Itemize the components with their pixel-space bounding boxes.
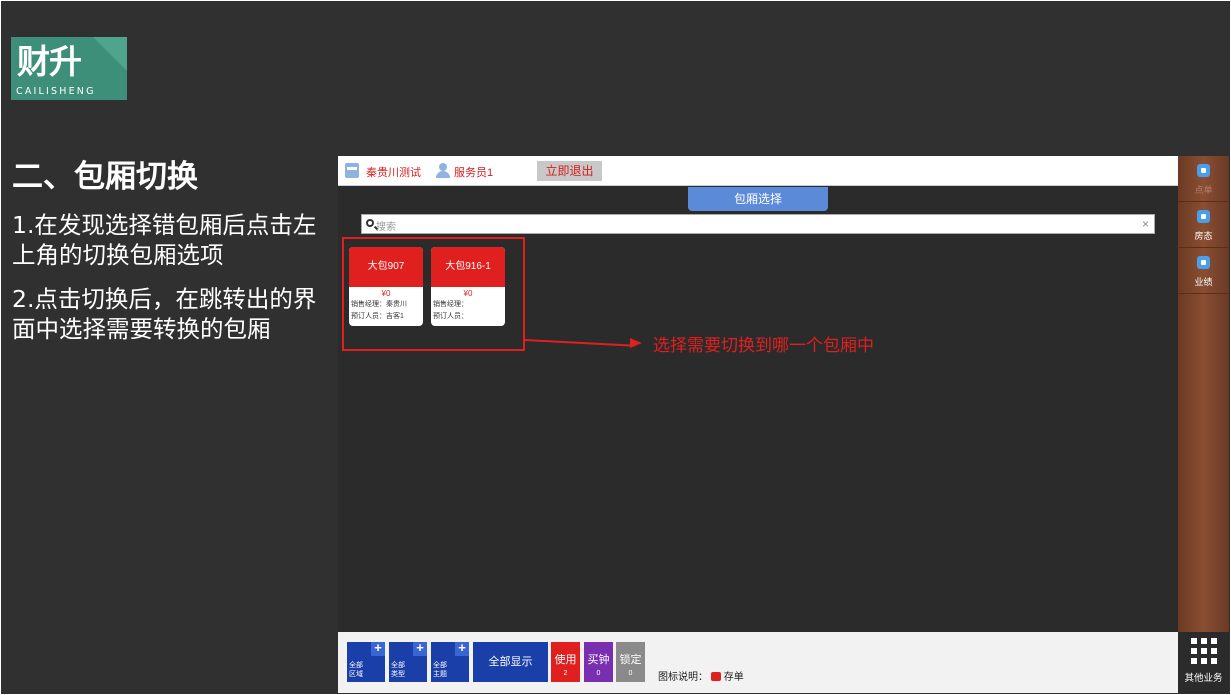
clear-icon[interactable]: × bbox=[1142, 217, 1149, 231]
sidebar-item-order[interactable]: 点单 bbox=[1178, 156, 1229, 202]
filter-label: 类型 bbox=[391, 671, 405, 678]
status-label: 锁定 bbox=[619, 654, 642, 666]
slide-heading: 二、包厢切换 bbox=[12, 159, 198, 195]
plus-icon: + bbox=[371, 641, 385, 656]
status-label: 买钟 bbox=[587, 654, 610, 666]
status-count: 2 bbox=[563, 670, 568, 677]
legend-item: 存单 bbox=[723, 672, 744, 683]
search-input[interactable]: 搜索 × bbox=[361, 214, 1155, 234]
company-logo: 财升 CAILISHENG bbox=[11, 37, 127, 100]
other-business-label: 其他业务 bbox=[1184, 673, 1223, 684]
sidebar-item-performance[interactable]: 业绩 bbox=[1178, 248, 1229, 294]
annotation-text: 选择需要切换到哪一个包厢中 bbox=[653, 336, 874, 356]
icon-legend: 图标说明： 存单 bbox=[658, 668, 744, 683]
highlight-box bbox=[342, 237, 525, 351]
deposit-icon bbox=[710, 672, 721, 681]
filter-label: 区域 bbox=[349, 671, 363, 678]
filter-area-button[interactable]: + 全部区域 bbox=[347, 641, 385, 682]
status-count: 0 bbox=[628, 670, 633, 677]
top-bar: 秦贵川测试 服务员1 立即退出 bbox=[338, 156, 1178, 186]
filter-label: 全部 bbox=[349, 662, 363, 669]
plus-icon: + bbox=[413, 641, 427, 656]
status-in-use-button[interactable]: 使用 2 bbox=[551, 642, 580, 682]
status-buy-clock-button[interactable]: 买钟 0 bbox=[584, 642, 613, 682]
filter-type-button[interactable]: + 全部类型 bbox=[389, 641, 427, 682]
filter-label: 全部 bbox=[433, 662, 447, 669]
annotation-arrow bbox=[524, 339, 635, 347]
app-screenshot: 秦贵川测试 服务员1 立即退出 包厢选择 搜索 × 大包907 ¥0 销售经理：… bbox=[338, 156, 1229, 693]
step-1-text: 1.在发现选择错包厢后点击左上角的切换包厢选项 bbox=[12, 211, 317, 269]
grid-icon bbox=[1191, 638, 1217, 664]
logo-sub-text: CAILISHENG bbox=[16, 86, 96, 97]
sidebar-item-label: 点单 bbox=[1194, 185, 1213, 195]
search-placeholder: 搜索 bbox=[376, 222, 396, 233]
show-all-button[interactable]: 全部显示 bbox=[473, 642, 548, 682]
sidebar-item-label: 房态 bbox=[1194, 231, 1213, 241]
plus-icon: + bbox=[455, 641, 469, 656]
filter-label: 主题 bbox=[433, 671, 447, 678]
other-business-button[interactable]: 其他业务 bbox=[1178, 632, 1229, 693]
room-status-icon bbox=[1197, 210, 1210, 223]
store-icon bbox=[345, 163, 359, 178]
performance-icon bbox=[1197, 256, 1210, 269]
bottom-bar: + 全部区域 + 全部类型 + 全部主题 全部显示 使用 2 买钟 0 锁定 0… bbox=[338, 632, 1178, 693]
filter-theme-button[interactable]: + 全部主题 bbox=[431, 641, 469, 682]
logout-button[interactable]: 立即退出 bbox=[537, 161, 602, 181]
order-icon bbox=[1197, 164, 1210, 177]
store-name[interactable]: 秦贵川测试 bbox=[366, 164, 421, 180]
sidebar-item-room-status[interactable]: 房态 bbox=[1178, 202, 1229, 248]
logo-main-text: 财升 bbox=[17, 42, 82, 81]
room-select-tab[interactable]: 包厢选择 bbox=[688, 187, 828, 211]
search-icon bbox=[366, 219, 374, 227]
status-locked-button[interactable]: 锁定 0 bbox=[616, 642, 645, 682]
sidebar-item-label: 业绩 bbox=[1194, 277, 1213, 287]
right-sidebar: 点单 房态 业绩 其他业务 bbox=[1178, 156, 1229, 693]
legend-label: 图标说明： bbox=[658, 672, 708, 683]
step-2-text: 2.点击切换后，在跳转出的界面中选择需要转换的包厢 bbox=[12, 285, 317, 343]
waiter-name: 服务员1 bbox=[454, 167, 494, 179]
status-label: 使用 bbox=[554, 654, 577, 666]
status-count: 0 bbox=[596, 670, 601, 677]
logo-accent bbox=[93, 37, 127, 71]
arrow-head-icon bbox=[630, 338, 642, 348]
user-icon bbox=[436, 163, 450, 178]
filter-label: 全部 bbox=[391, 662, 405, 669]
